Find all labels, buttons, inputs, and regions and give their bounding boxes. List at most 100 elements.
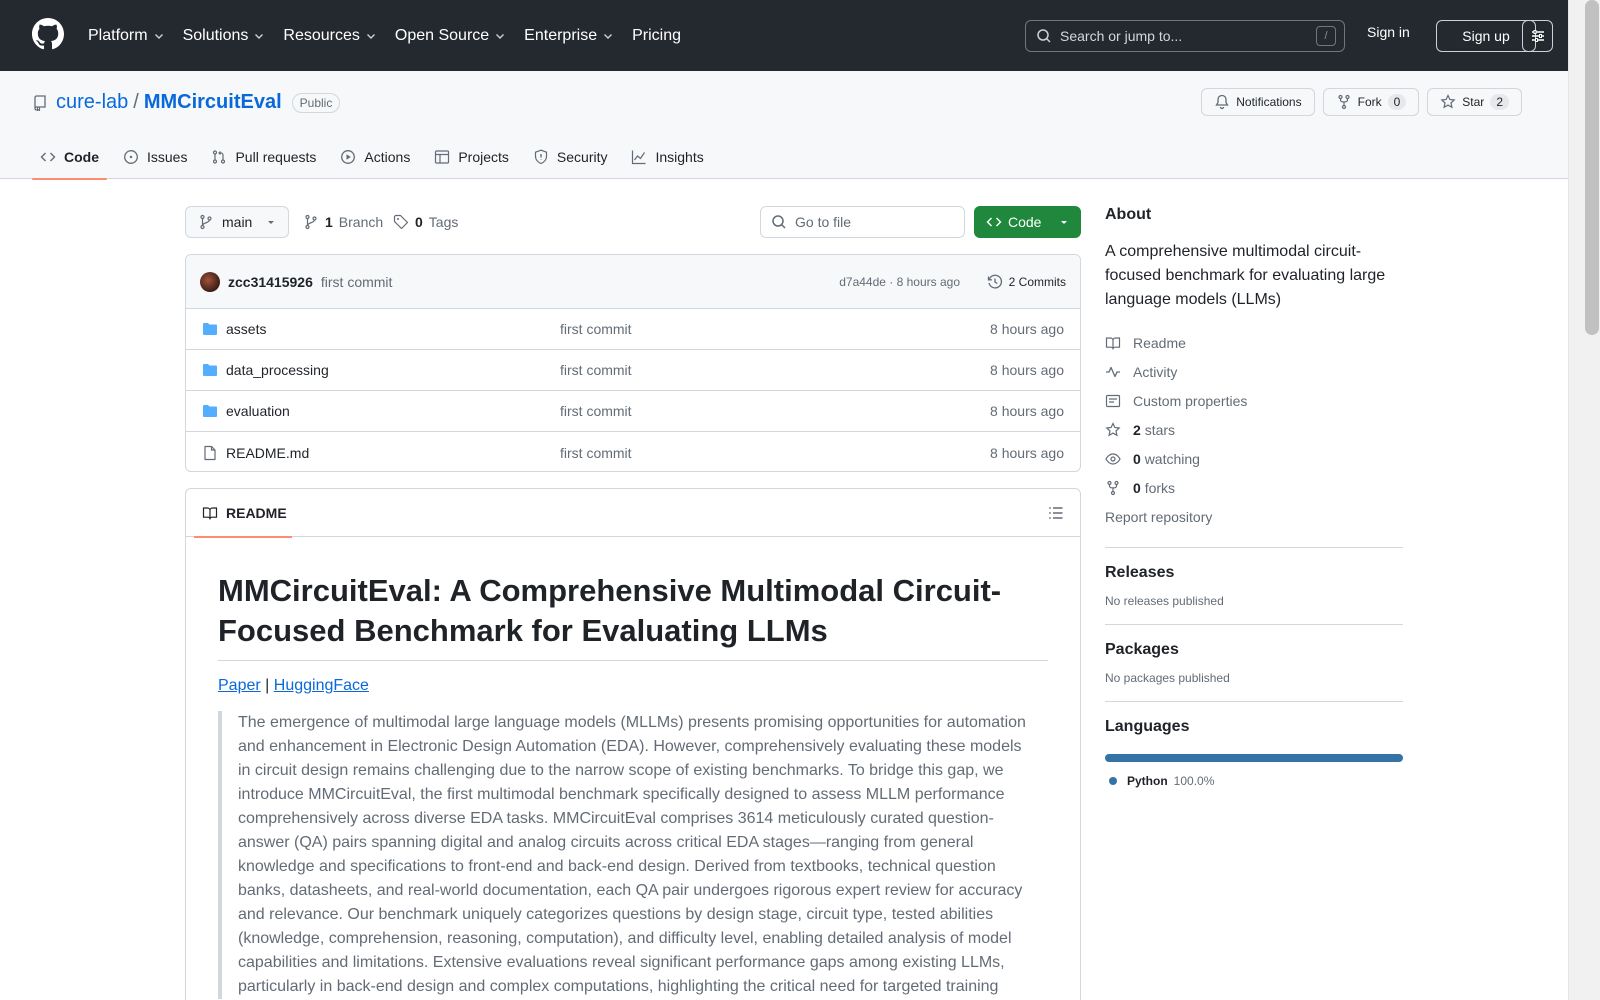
tab-actions[interactable]: Actions (332, 134, 418, 179)
path-separator: / (133, 91, 139, 113)
commit-sha-time[interactable]: d7a44de · 8 hours ago (839, 275, 960, 289)
forks-label: forks (1144, 479, 1176, 496)
star-icon (1105, 421, 1121, 436)
go-to-file-input[interactable]: Go to file (760, 206, 965, 238)
code-download-button[interactable]: Code (974, 206, 1081, 238)
packages-heading[interactable]: Packages (1105, 641, 1403, 659)
readme-link[interactable]: Readme (1105, 328, 1403, 357)
tab-label: Pull requests (235, 148, 317, 165)
nav-resources[interactable]: Resources (283, 27, 376, 45)
folder-icon (203, 405, 217, 417)
book-icon (1105, 336, 1121, 350)
forks-link[interactable]: 0 forks (1105, 473, 1403, 502)
tab-label: Projects (458, 148, 509, 165)
readme-tab[interactable]: README (194, 489, 292, 538)
star-button[interactable]: Star 2 (1427, 88, 1522, 116)
nav-label: Enterprise (524, 26, 598, 44)
fork-count: 0 (1387, 94, 1407, 110)
divider (1105, 624, 1403, 625)
search-icon (1037, 29, 1051, 43)
commits-history-link[interactable]: 2 Commits (987, 274, 1066, 290)
scrollbar-thumb[interactable] (1585, 0, 1599, 335)
caret-down-icon (268, 221, 274, 224)
tag-count: 0 (415, 214, 423, 230)
nav-solutions[interactable]: Solutions (183, 27, 266, 45)
chevron-down-icon (255, 33, 264, 39)
pull-request-icon (213, 149, 226, 164)
branch-count: 1 (325, 214, 333, 230)
folder-icon (203, 364, 217, 376)
graph-icon (632, 150, 646, 164)
file-name-link[interactable]: evaluation (226, 403, 290, 419)
file-icon (204, 445, 216, 460)
file-commit-message[interactable]: first commit (560, 362, 632, 378)
file-commit-message[interactable]: first commit (560, 403, 632, 419)
pulse-icon (1106, 366, 1120, 377)
file-commit-message[interactable]: first commit (560, 445, 632, 461)
file-name-link[interactable]: assets (226, 321, 266, 337)
releases-heading[interactable]: Releases (1105, 564, 1403, 582)
paper-link[interactable]: Paper (218, 677, 261, 694)
tab-code[interactable]: Code (32, 134, 107, 180)
tab-projects[interactable]: Projects (426, 134, 517, 179)
tab-label: Actions (364, 148, 411, 165)
activity-link[interactable]: Activity (1105, 357, 1403, 386)
divider (1105, 547, 1403, 548)
commit-message-link[interactable]: first commit (321, 274, 393, 290)
tab-issues[interactable]: Issues (115, 134, 195, 179)
commit-author-link[interactable]: zcc31415926 (228, 274, 313, 290)
notifications-button[interactable]: Notifications (1201, 88, 1315, 116)
bell-icon (1215, 94, 1229, 110)
fork-icon (1107, 480, 1119, 495)
sign-in-link[interactable]: Sign in (1367, 24, 1410, 40)
file-commit-message[interactable]: first commit (560, 321, 632, 337)
watching-link[interactable]: 0 watching (1105, 444, 1403, 473)
github-logo-icon[interactable] (32, 18, 64, 50)
sign-up-button[interactable]: Sign up (1436, 20, 1536, 52)
tab-pull-requests[interactable]: Pull requests (203, 134, 324, 179)
settings-menu-button[interactable] (1522, 20, 1553, 52)
nav-open-source[interactable]: Open Source (395, 27, 506, 45)
file-name-link[interactable]: README.md (226, 445, 309, 461)
branches-link[interactable]: 1 Branch (303, 214, 383, 230)
outline-list-icon[interactable] (1048, 505, 1064, 521)
fork-button[interactable]: Fork 0 (1322, 88, 1420, 116)
file-row-evaluation[interactable]: evaluation first commit 8 hours ago (186, 391, 1080, 432)
history-icon (987, 274, 1002, 289)
tab-label: Code (64, 148, 99, 165)
fork-icon (1338, 94, 1350, 110)
visibility-badge: Public (291, 92, 341, 113)
custom-properties-label: Custom properties (1133, 392, 1248, 409)
file-row-readme[interactable]: README.md first commit 8 hours ago (186, 432, 1080, 471)
report-repository-link[interactable]: Report repository (1105, 502, 1403, 531)
tab-insights[interactable]: Insights (623, 134, 711, 179)
file-row-assets[interactable]: assets first commit 8 hours ago (186, 309, 1080, 350)
repo-tabs: Code Issues Pull requests Actions Projec… (32, 134, 720, 180)
nav-enterprise[interactable]: Enterprise (524, 27, 614, 45)
avatar[interactable] (200, 271, 220, 292)
language-name: Python (1127, 774, 1168, 788)
nav-pricing[interactable]: Pricing (632, 27, 681, 45)
branch-selector[interactable]: main (185, 206, 289, 238)
branch-label: Branch (338, 214, 384, 230)
file-row-data-processing[interactable]: data_processing first commit 8 hours ago (186, 350, 1080, 391)
huggingface-link[interactable]: HuggingFace (274, 677, 369, 694)
top-navigation: Platform Solutions Resources Open Source… (88, 0, 699, 71)
file-age: 8 hours ago (990, 403, 1064, 419)
file-name-link[interactable]: data_processing (226, 362, 329, 378)
tags-link[interactable]: 0 Tags (393, 214, 458, 230)
languages-heading: Languages (1105, 718, 1190, 735)
repo-name-link[interactable]: MMCircuitEval (144, 91, 282, 114)
tab-security[interactable]: Security (525, 134, 616, 179)
global-search-input[interactable]: Search or jump to... / (1025, 20, 1345, 52)
forks-text: 0 forks (1133, 480, 1175, 496)
language-legend-item[interactable]: Python 100.0% (1105, 774, 1403, 788)
book-icon (202, 507, 218, 520)
watching-count: 0 (1133, 450, 1141, 467)
nav-platform[interactable]: Platform (88, 27, 165, 45)
link-separator: | (265, 677, 270, 694)
commits-count-label: 2 Commits (1008, 274, 1066, 289)
stars-link[interactable]: 2 stars (1105, 415, 1403, 444)
custom-properties-link[interactable]: Custom properties (1105, 386, 1403, 415)
repo-owner-link[interactable]: cure-lab (56, 91, 128, 114)
